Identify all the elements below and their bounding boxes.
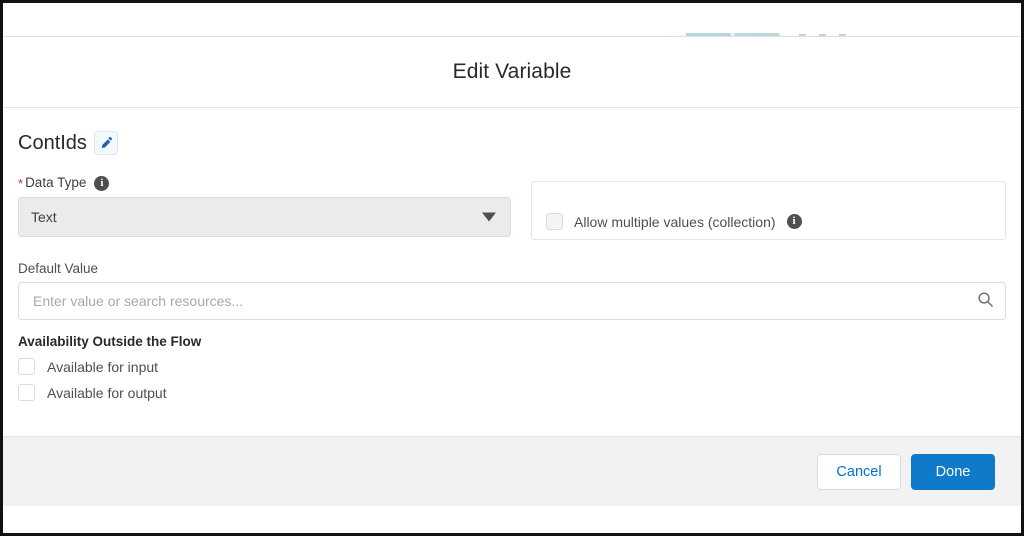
data-type-selected-value: Text — [31, 209, 57, 225]
pencil-icon — [99, 136, 113, 150]
cancel-button[interactable]: Cancel — [817, 454, 901, 490]
edit-variable-modal: Edit Variable ContIds * Data Type i Text… — [3, 36, 1021, 508]
default-value-input-wrap — [18, 282, 1006, 320]
available-for-input-label[interactable]: Available for input — [47, 359, 158, 375]
done-button[interactable]: Done — [911, 454, 995, 490]
variable-name: ContIds — [18, 132, 87, 154]
app-window: Edit Variable ContIds * Data Type i Text… — [0, 0, 1024, 536]
data-type-label: * Data Type i — [18, 175, 511, 191]
data-type-select[interactable]: Text — [18, 197, 511, 237]
default-value-block: Default Value — [18, 261, 1006, 320]
availability-row-input: Available for input — [18, 358, 1006, 375]
datatype-collection-row: * Data Type i Text Allow multiple values… — [18, 175, 1006, 240]
available-for-input-checkbox[interactable] — [18, 358, 35, 375]
allow-multiple-checkbox[interactable] — [546, 213, 563, 230]
available-for-output-checkbox[interactable] — [18, 384, 35, 401]
available-for-output-label[interactable]: Available for output — [47, 385, 167, 401]
default-value-input[interactable] — [18, 282, 1006, 320]
collection-info-icon[interactable]: i — [786, 214, 802, 229]
availability-row-output: Available for output — [18, 384, 1006, 401]
required-marker: * — [18, 175, 24, 191]
variable-name-row: ContIds — [18, 108, 1006, 155]
background-page-strip — [3, 3, 1021, 36]
allow-multiple-panel: Allow multiple values (collection) i — [531, 181, 1006, 240]
modal-header: Edit Variable — [3, 37, 1021, 108]
edit-name-button[interactable] — [93, 131, 118, 155]
default-value-label: Default Value — [18, 261, 99, 276]
data-type-label-text: Data Type — [25, 175, 87, 190]
data-type-info-icon[interactable]: i — [94, 175, 110, 191]
collection-column: Allow multiple values (collection) i — [511, 175, 1006, 240]
search-resources-button[interactable] — [973, 289, 997, 313]
datatype-column: * Data Type i Text — [18, 175, 511, 237]
search-icon — [977, 291, 994, 311]
modal-body: ContIds * Data Type i Text Allow multipl… — [3, 108, 1021, 435]
allow-multiple-label[interactable]: Allow multiple values (collection) — [574, 214, 776, 230]
page-title: Edit Variable — [452, 60, 572, 83]
modal-footer: Cancel Done — [3, 436, 1021, 507]
background-page-bottom — [3, 506, 1021, 533]
chevron-down-icon — [482, 212, 496, 222]
availability-block: Availability Outside the Flow Available … — [18, 334, 1006, 401]
availability-title: Availability Outside the Flow — [18, 334, 202, 349]
allow-multiple-row: Allow multiple values (collection) i — [546, 213, 802, 230]
